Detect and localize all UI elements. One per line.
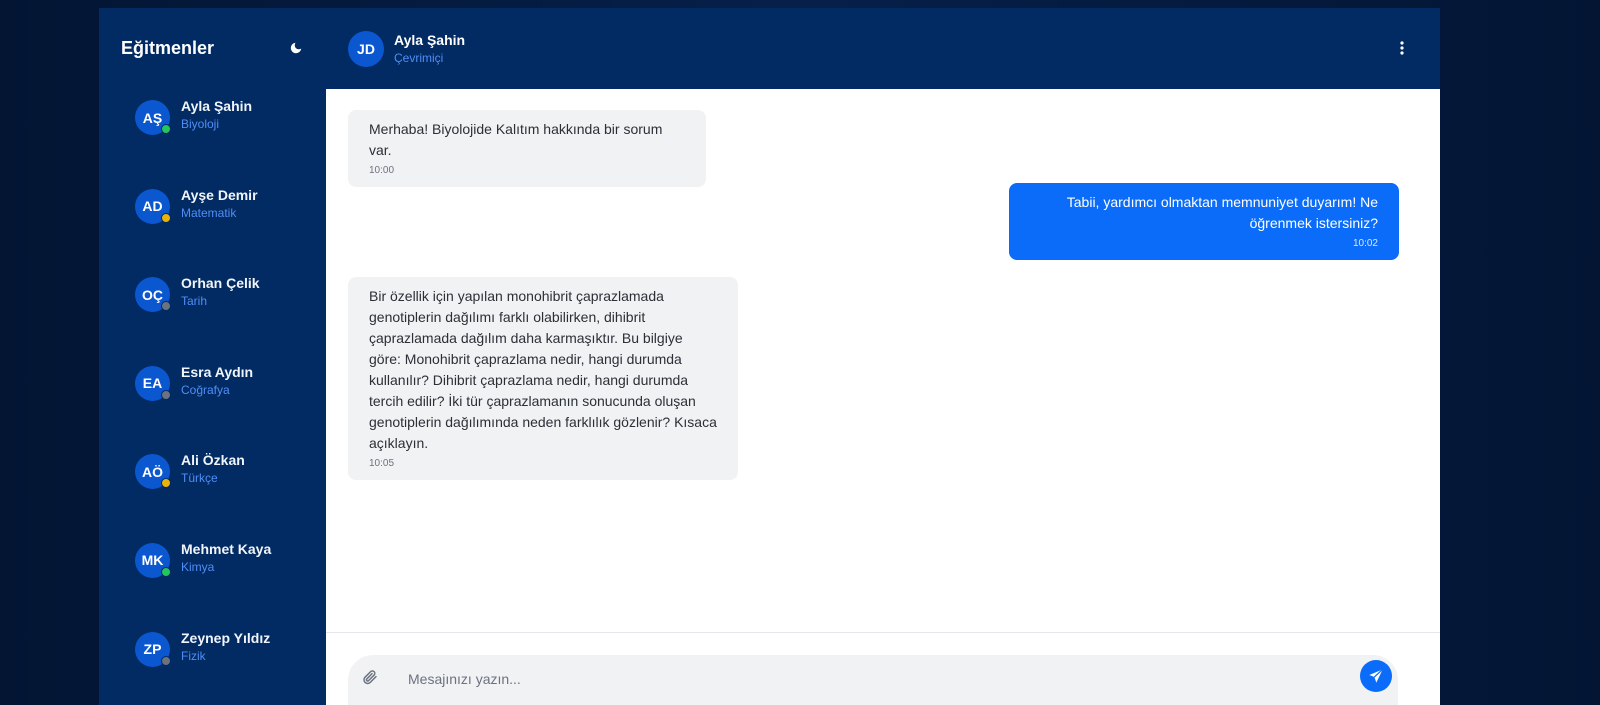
message-bubble: Bir özellik için yapılan monohibrit çapr… bbox=[348, 277, 738, 480]
chat-contact-status: Çevrimiçi bbox=[394, 50, 444, 65]
instructor-item[interactable]: MK Mehmet Kaya Kimya bbox=[99, 531, 326, 620]
status-indicator bbox=[161, 212, 171, 223]
instructor-item[interactable]: ZP Zeynep Yıldız Fizik bbox=[99, 620, 326, 705]
send-button[interactable] bbox=[1360, 660, 1392, 692]
avatar-initials: OÇ bbox=[142, 286, 163, 303]
instructor-item[interactable]: AŞ Ayla Şahin Biyoloji bbox=[99, 88, 326, 177]
message-text: Merhaba! Biyolojide Kalıtım hakkında bir… bbox=[369, 121, 663, 158]
status-indicator bbox=[161, 124, 171, 134]
instructor-info: Esra Aydın Coğrafya bbox=[181, 363, 253, 399]
instructor-avatar: AÖ bbox=[135, 454, 171, 490]
chat-header: JD Ayla Şahin Çevrimiçi bbox=[326, 8, 1440, 89]
instructor-name: Ayla Şahin bbox=[181, 98, 253, 114]
status-indicator bbox=[161, 655, 171, 666]
chat-header-info: Ayla Şahin Çevrimiçi bbox=[394, 31, 465, 67]
instructor-name: Ali Özkan bbox=[181, 452, 245, 469]
instructor-avatar: EA bbox=[135, 365, 171, 401]
chat-app: Eğitmenler AŞ Ayla Şahin Biyoloji AD Ayşe De… bbox=[99, 8, 1440, 705]
message-text: Bir özellik için yapılan monohibrit çapr… bbox=[369, 288, 717, 451]
sidebar-header: Eğitmenler bbox=[99, 8, 326, 88]
instructor-name: Esra Aydın bbox=[181, 363, 254, 380]
more-vertical-icon[interactable] bbox=[1394, 38, 1410, 58]
instructor-info: Ayşe Demir Matematik bbox=[181, 186, 258, 222]
instructor-avatar: ZP bbox=[135, 631, 171, 667]
status-indicator bbox=[161, 301, 171, 312]
instructor-subject: Biyoloji bbox=[181, 117, 220, 131]
avatar-initials: AÖ bbox=[142, 463, 163, 480]
instructor-avatar: MK bbox=[135, 542, 171, 578]
instructor-info: Ali Özkan Türkçe bbox=[181, 451, 245, 487]
instructor-name: Mehmet Kaya bbox=[181, 540, 272, 557]
chat-header-avatar: JD bbox=[348, 30, 384, 67]
instructor-avatar: OÇ bbox=[135, 277, 171, 313]
instructor-subject: Tarih bbox=[181, 294, 208, 309]
instructor-subject: Türkçe bbox=[181, 471, 218, 486]
chat-contact-name: Ayla Şahin bbox=[394, 31, 466, 48]
avatar-initials: AD bbox=[142, 198, 163, 215]
avatar-initials: MK bbox=[141, 552, 164, 569]
instructor-subject: Fizik bbox=[181, 648, 206, 663]
message-input[interactable] bbox=[406, 665, 1310, 693]
instructor-list: AŞ Ayla Şahin Biyoloji AD Ayşe Demir Matemati… bbox=[99, 88, 326, 705]
send-icon bbox=[1369, 668, 1384, 683]
message-bubble: Tabii, yardımcı olmaktan memnuniyet duya… bbox=[1009, 183, 1399, 260]
status-indicator bbox=[161, 566, 171, 577]
instructor-info: Mehmet Kaya Kimya bbox=[181, 540, 271, 576]
avatar-initials: ZP bbox=[143, 641, 162, 658]
avatar-initials: AŞ bbox=[142, 109, 163, 126]
message-text: Tabii, yardımcı olmaktan memnuniyet duya… bbox=[1066, 194, 1378, 231]
instructor-subject: Coğrafya bbox=[181, 382, 230, 397]
message-time: 10:00 bbox=[369, 165, 395, 176]
instructor-avatar: AD bbox=[135, 188, 171, 224]
message-time: 10:02 bbox=[1352, 238, 1378, 249]
instructor-name: Zeynep Yıldız bbox=[181, 629, 271, 646]
instructor-item[interactable]: AÖ Ali Özkan Türkçe bbox=[99, 442, 326, 531]
status-indicator bbox=[161, 478, 171, 489]
status-indicator bbox=[161, 389, 171, 400]
instructor-avatar: AŞ bbox=[135, 100, 171, 135]
moon-icon[interactable] bbox=[286, 38, 306, 58]
message-bubble: Merhaba! Biyolojide Kalıtım hakkında bir… bbox=[348, 110, 706, 187]
sidebar-title: Eğitmenler bbox=[121, 37, 215, 58]
paperclip-icon[interactable] bbox=[362, 669, 380, 687]
instructor-subject: Kimya bbox=[181, 559, 215, 574]
message-list: Merhaba! Biyolojide Kalıtım hakkında bir… bbox=[326, 89, 1440, 633]
instructor-info: Zeynep Yıldız Fizik bbox=[181, 629, 270, 665]
instructor-info: Ayla Şahin Biyoloji bbox=[181, 97, 252, 133]
instructor-sidebar: Eğitmenler AŞ Ayla Şahin Biyoloji AD Ayşe De… bbox=[99, 8, 326, 705]
instructor-item[interactable]: EA Esra Aydın Coğrafya bbox=[99, 354, 326, 443]
chat-panel: JD Ayla Şahin Çevrimiçi Merhaba! Biyoloj… bbox=[326, 8, 1440, 705]
instructor-item[interactable]: OÇ Orhan Çelik Tarih bbox=[99, 265, 326, 354]
avatar-initials: EA bbox=[142, 375, 163, 392]
instructor-info: Orhan Çelik Tarih bbox=[181, 274, 260, 310]
message-time: 10:05 bbox=[369, 458, 395, 469]
composer bbox=[326, 633, 1440, 705]
instructor-item[interactable]: AD Ayşe Demir Matematik bbox=[99, 177, 326, 266]
instructor-name: Ayşe Demir bbox=[181, 186, 258, 203]
instructor-name: Orhan Çelik bbox=[181, 275, 260, 292]
instructor-subject: Matematik bbox=[181, 205, 237, 220]
message-input-wrapper bbox=[348, 655, 1398, 705]
